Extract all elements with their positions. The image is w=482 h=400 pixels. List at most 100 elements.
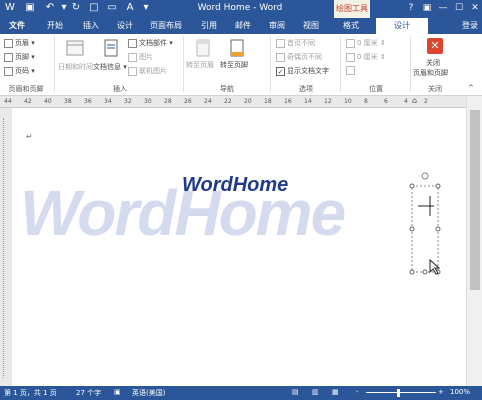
help-button[interactable]: ?: [404, 1, 418, 15]
ruler-tick: 38: [64, 98, 72, 105]
tab-review[interactable]: 审阅: [262, 18, 292, 34]
vertical-ruler[interactable]: [0, 108, 12, 386]
date-time-button[interactable]: 日期和时间: [58, 62, 93, 72]
zoom-out-button[interactable]: -: [356, 388, 359, 396]
close-header-footer-label-line1[interactable]: 关闭: [426, 58, 440, 68]
zoom-slider[interactable]: [366, 392, 436, 393]
open-folder-icon[interactable]: ▭: [106, 2, 118, 14]
indent-marker-icon[interactable]: ⌂: [412, 96, 417, 105]
web-layout-icon[interactable]: ▦: [332, 388, 339, 396]
vertical-scrollbar[interactable]: [466, 96, 482, 386]
insert-alignment-tab-button[interactable]: [346, 66, 357, 75]
ribbon-display-icon[interactable]: ▣: [420, 1, 434, 15]
title-bar: W ▣ ↶ ▾ ↻ □ ▭ A ▾ Word Home - Word 绘图工具 …: [0, 0, 482, 18]
zoom-in-button[interactable]: +: [438, 388, 444, 396]
zoom-slider-thumb[interactable]: [397, 389, 400, 397]
different-first-page-checkbox[interactable]: 首页不同: [276, 38, 315, 48]
checkbox-unchecked-icon: [276, 38, 285, 48]
group-separator: [183, 36, 184, 92]
group-label-options: 选项: [299, 85, 313, 93]
new-document-icon[interactable]: □: [88, 2, 100, 14]
ruler-tick: 42: [24, 98, 32, 105]
ruler-tick: 24: [204, 98, 212, 105]
tab-insert[interactable]: 插入: [76, 18, 106, 34]
tab-file[interactable]: 文件: [0, 18, 34, 34]
document-info-icon: [104, 39, 118, 57]
scrollbar-thumb[interactable]: [470, 110, 480, 290]
picture-icon: [128, 52, 137, 62]
tab-design[interactable]: 设计: [110, 18, 140, 34]
ruler-tick: 30: [144, 98, 152, 105]
group-separator: [270, 36, 271, 92]
ribbon-tabs: 文件 开始 插入 设计 页面布局 引用 邮件 审阅 视图 格式 设计 登录: [0, 18, 482, 34]
word-logo-icon: W: [5, 2, 15, 13]
page-number-button[interactable]: 页码 ▾: [4, 66, 35, 76]
read-mode-icon[interactable]: ▤: [292, 388, 299, 396]
document-parts-button[interactable]: 文档部件 ▾: [128, 38, 173, 48]
close-header-footer-icon: ✕: [427, 38, 443, 54]
page-count[interactable]: 第 1 页，共 1 页: [4, 388, 57, 398]
header-heading[interactable]: WordHome: [182, 174, 288, 197]
header-icon: [4, 38, 13, 48]
tab-header-footer-design[interactable]: 设计: [376, 18, 428, 34]
print-layout-icon[interactable]: ▥: [312, 388, 319, 396]
undo-dropdown-icon[interactable]: ▾: [58, 2, 70, 14]
footer-icon: [4, 52, 13, 62]
ruler-tick: 44: [4, 98, 12, 105]
header-top-distance-field[interactable]: 0 厘米 ⇕: [346, 38, 386, 48]
login-link[interactable]: 登录: [462, 18, 478, 34]
font-format-icon[interactable]: A: [124, 2, 136, 14]
tab-mailings[interactable]: 邮件: [228, 18, 258, 34]
show-document-text-checkbox[interactable]: ✓ 显示文档文字: [276, 66, 329, 76]
ruler-tick: 20: [244, 98, 252, 105]
group-label-navigation: 导航: [220, 85, 234, 93]
close-header-footer-label-line2[interactable]: 页眉和页脚: [413, 68, 448, 78]
ruler-tick: 2: [424, 98, 428, 105]
ruler-tick: 36: [84, 98, 92, 105]
ruler-tick: 10: [344, 98, 352, 105]
maximize-button[interactable]: ☐: [452, 1, 466, 15]
group-label-close: 关闭: [428, 85, 442, 93]
page-number-icon: [4, 66, 13, 76]
tab-references[interactable]: 引用: [194, 18, 224, 34]
footer-bottom-distance-field[interactable]: 0 厘米 ⇕: [346, 52, 386, 62]
vertical-ruler-scale: [3, 118, 9, 378]
group-label-insert: 插入: [113, 85, 127, 93]
online-picture-button[interactable]: 联机图片: [128, 66, 167, 76]
save-icon[interactable]: ▣: [24, 2, 36, 14]
tab-page-layout[interactable]: 页面布局: [144, 18, 188, 34]
footer-button[interactable]: 页脚 ▾: [4, 52, 35, 62]
tab-view[interactable]: 视图: [296, 18, 326, 34]
proofing-icon[interactable]: ▣: [114, 388, 121, 396]
paragraph-mark: ↵: [26, 132, 33, 141]
ruler-tick: 4: [404, 98, 408, 105]
language-indicator[interactable]: 英语(美国): [132, 388, 165, 398]
tab-format[interactable]: 格式: [332, 18, 370, 34]
goto-footer-button[interactable]: 转至页脚: [220, 60, 248, 70]
goto-header-button[interactable]: 转至页眉: [186, 60, 214, 70]
picture-button[interactable]: 图片: [128, 52, 153, 62]
word-count[interactable]: 27 个字: [76, 388, 101, 398]
undo-icon[interactable]: ↶: [44, 2, 56, 14]
ruler-tick: 28: [164, 98, 172, 105]
selected-shape[interactable]: [404, 168, 448, 278]
document-canvas[interactable]: ↵ WordHome WordHome: [12, 108, 466, 386]
tab-home[interactable]: 开始: [40, 18, 70, 34]
ruler-tick: 6: [384, 98, 388, 105]
different-odd-even-checkbox[interactable]: 奇偶页不同: [276, 52, 322, 62]
ruler-tick: 12: [324, 98, 332, 105]
ruler-tick: 16: [284, 98, 292, 105]
document-info-button[interactable]: 文档信息 ▾: [93, 62, 127, 72]
close-button[interactable]: ✕: [468, 1, 482, 15]
redo-icon[interactable]: ↻: [70, 2, 82, 14]
zoom-level[interactable]: 100%: [450, 388, 470, 396]
ribbon: 页眉 ▾ 页脚 ▾ 页码 ▾ 页眉和页脚 日期和时间 文档信息 ▾ 文档部件 ▾…: [0, 34, 482, 96]
header-button[interactable]: 页眉 ▾: [4, 38, 35, 48]
goto-footer-icon: [230, 39, 244, 57]
horizontal-ruler[interactable]: 44 42 40 38 36 34 32 30 28 26 24 22 20 1…: [0, 96, 466, 108]
group-separator: [410, 36, 411, 92]
customize-toolbar-icon[interactable]: ▾: [140, 2, 152, 14]
collapse-ribbon-icon[interactable]: ^: [468, 84, 474, 92]
drawing-tools-context-label: 绘图工具: [334, 0, 370, 18]
minimize-button[interactable]: —: [436, 1, 450, 15]
